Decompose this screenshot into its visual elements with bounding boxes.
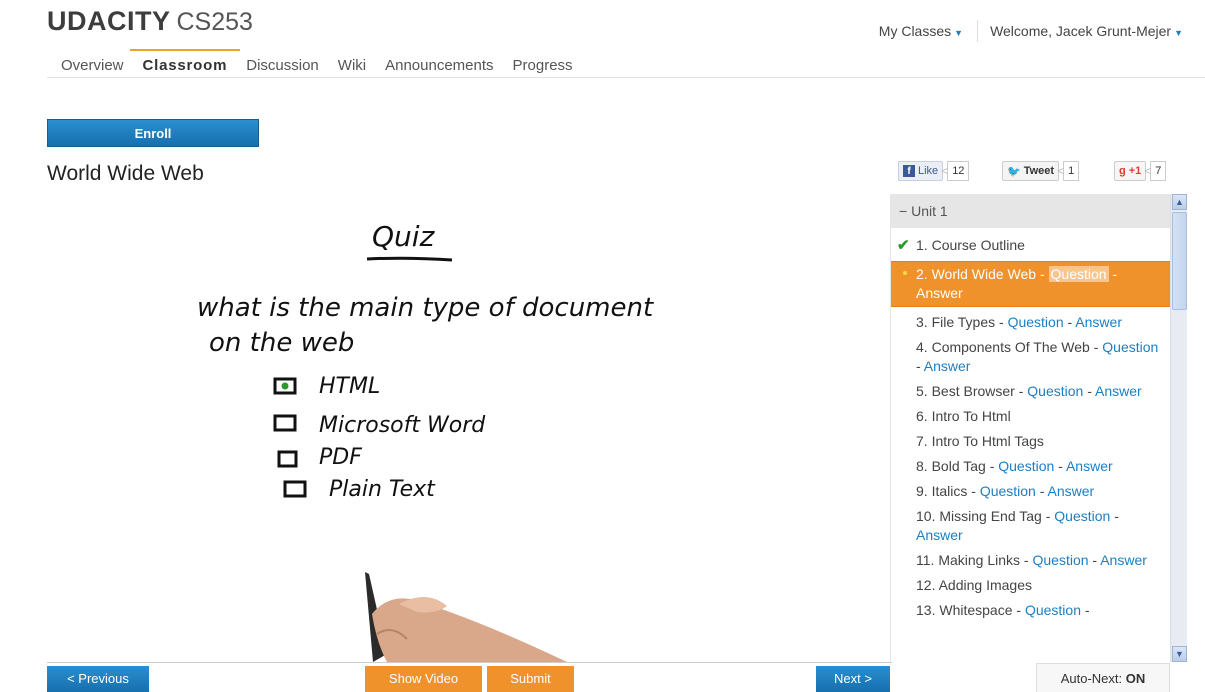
question-link[interactable]: Question <box>1032 552 1088 568</box>
enroll-button[interactable]: Enroll <box>47 119 259 147</box>
auto-next-toggle[interactable]: Auto-Next: ON <box>1036 663 1170 692</box>
course-code: CS253 <box>176 8 253 36</box>
checkmark-icon: ✔ <box>897 237 910 254</box>
lesson-item-current[interactable]: 2. World Wide Web - Question - Answer <box>891 261 1170 307</box>
question-line-1: what is the main type of document <box>197 293 654 323</box>
udacity-logo[interactable]: UDACITY CS253 <box>47 6 253 37</box>
answer-link[interactable]: Answer <box>1095 383 1142 399</box>
welcome-user-menu[interactable]: Welcome, Jacek Grunt-Mejer ▼ <box>990 23 1183 39</box>
checkbox-pdf <box>277 450 298 468</box>
answer-link[interactable]: Answer <box>924 358 971 374</box>
checkbox-word <box>273 414 297 432</box>
option-pdf: PDF <box>319 445 362 470</box>
tweet-button[interactable]: 🐦 Tweet <box>1002 161 1060 181</box>
checkbox-plaintext <box>283 480 307 498</box>
current-dot-icon <box>903 271 907 275</box>
previous-button[interactable]: < Previous <box>47 666 149 692</box>
tweet-count: 1 <box>1057 161 1080 181</box>
twitter-bird-icon: 🐦 <box>1007 165 1021 178</box>
facebook-like-button[interactable]: f Like <box>898 161 944 181</box>
video-player[interactable]: Quiz what is the main type of document o… <box>47 194 890 662</box>
nav-divider <box>47 77 1205 78</box>
divider <box>977 20 979 42</box>
submit-button[interactable]: Submit <box>487 666 574 692</box>
quiz-underline <box>366 256 453 262</box>
auto-next-state: ON <box>1125 671 1146 686</box>
lesson-item[interactable]: 12. Adding Images <box>891 576 1170 595</box>
tab-progress[interactable]: Progress <box>513 57 573 74</box>
answer-link[interactable]: Answer <box>1075 314 1122 330</box>
unit-header[interactable]: − Unit 1 <box>891 194 1170 228</box>
facebook-like: fLike 12 <box>898 161 970 181</box>
lesson-item[interactable]: 8. Bold Tag - Question - Answer <box>891 457 1170 476</box>
lesson-item[interactable]: 4. Components Of The Web - Question - An… <box>891 338 1170 376</box>
option-plaintext: Plain Text <box>329 477 436 502</box>
caret-down-icon: ▼ <box>954 28 964 38</box>
question-link[interactable]: Question <box>998 458 1054 474</box>
next-button[interactable]: Next > <box>816 666 890 692</box>
question-link[interactable]: Question <box>980 483 1036 499</box>
gplus-icon: g <box>1119 165 1126 177</box>
hand-with-pen <box>365 572 567 662</box>
gplus-button[interactable]: g +1 <box>1114 161 1147 181</box>
sidebar-scrollbar[interactable]: ▲ ▼ <box>1170 194 1187 662</box>
tab-classroom[interactable]: Classroom <box>129 49 240 74</box>
course-nav: Overview Classroom Discussion Wiki Annou… <box>61 49 592 74</box>
lesson-item[interactable]: 11. Making Links - Question - Answer <box>891 551 1170 570</box>
scroll-down-icon[interactable]: ▼ <box>1172 646 1187 662</box>
question-line-2: on the web <box>209 328 354 358</box>
facebook-like-count: 12 <box>941 161 970 181</box>
lesson-sidebar: − Unit 1 ✔ 1. Course Outline 2. World Wi… <box>890 194 1170 662</box>
facebook-icon: f <box>903 165 915 177</box>
lesson-item[interactable]: 10. Missing End Tag - Question - Answer <box>891 507 1170 545</box>
question-link[interactable]: Question <box>1008 314 1064 330</box>
answer-link[interactable]: Answer <box>1048 483 1095 499</box>
tweet: 🐦Tweet 1 <box>1002 161 1080 181</box>
tab-announcements[interactable]: Announcements <box>385 57 493 74</box>
lesson-item[interactable]: 3. File Types - Question - Answer <box>891 313 1170 332</box>
answer-link[interactable]: Answer <box>1066 458 1113 474</box>
question-link[interactable]: Question <box>1025 602 1081 618</box>
option-html: HTML <box>319 374 380 399</box>
tab-wiki[interactable]: Wiki <box>338 57 366 74</box>
tab-discussion[interactable]: Discussion <box>246 57 319 74</box>
answer-link[interactable]: Answer <box>916 285 963 301</box>
answer-link[interactable]: Answer <box>1100 552 1147 568</box>
lesson-item[interactable]: ✔ 1. Course Outline <box>891 236 1170 255</box>
tab-overview[interactable]: Overview <box>61 57 124 74</box>
answer-link[interactable]: Answer <box>916 527 963 543</box>
quiz-whiteboard: Quiz what is the main type of document o… <box>197 220 654 662</box>
lesson-item[interactable]: 5. Best Browser - Question - Answer <box>891 382 1170 401</box>
page-title: World Wide Web <box>47 162 204 185</box>
gplus: g+1 7 <box>1114 161 1167 181</box>
controls-divider <box>47 662 892 663</box>
scroll-up-icon[interactable]: ▲ <box>1172 194 1187 210</box>
question-link[interactable]: Question <box>1027 383 1083 399</box>
lesson-item[interactable]: 13. Whitespace - Question - <box>891 601 1170 620</box>
quiz-heading: Quiz <box>372 220 436 253</box>
lesson-item[interactable]: 9. Italics - Question - Answer <box>891 482 1170 501</box>
option-word: Microsoft Word <box>319 413 486 438</box>
gplus-count: 7 <box>1144 161 1167 181</box>
show-video-button[interactable]: Show Video <box>365 666 482 692</box>
question-link[interactable]: Question <box>1102 339 1158 355</box>
scrollbar-thumb[interactable] <box>1172 212 1187 310</box>
user-menu-area: My Classes ▼ Welcome, Jacek Grunt-Mejer ▼ <box>879 20 1183 42</box>
my-classes-menu[interactable]: My Classes ▼ <box>879 23 963 39</box>
caret-down-icon: ▼ <box>1174 28 1183 38</box>
question-link[interactable]: Question <box>1054 508 1110 524</box>
collapse-icon: − <box>899 203 908 219</box>
checked-dot <box>281 382 289 390</box>
lesson-item[interactable]: 6. Intro To Html <box>891 407 1170 426</box>
lesson-item[interactable]: 7. Intro To Html Tags <box>891 432 1170 451</box>
logo-text: UDACITY <box>47 6 171 36</box>
question-link[interactable]: Question <box>1048 266 1109 282</box>
